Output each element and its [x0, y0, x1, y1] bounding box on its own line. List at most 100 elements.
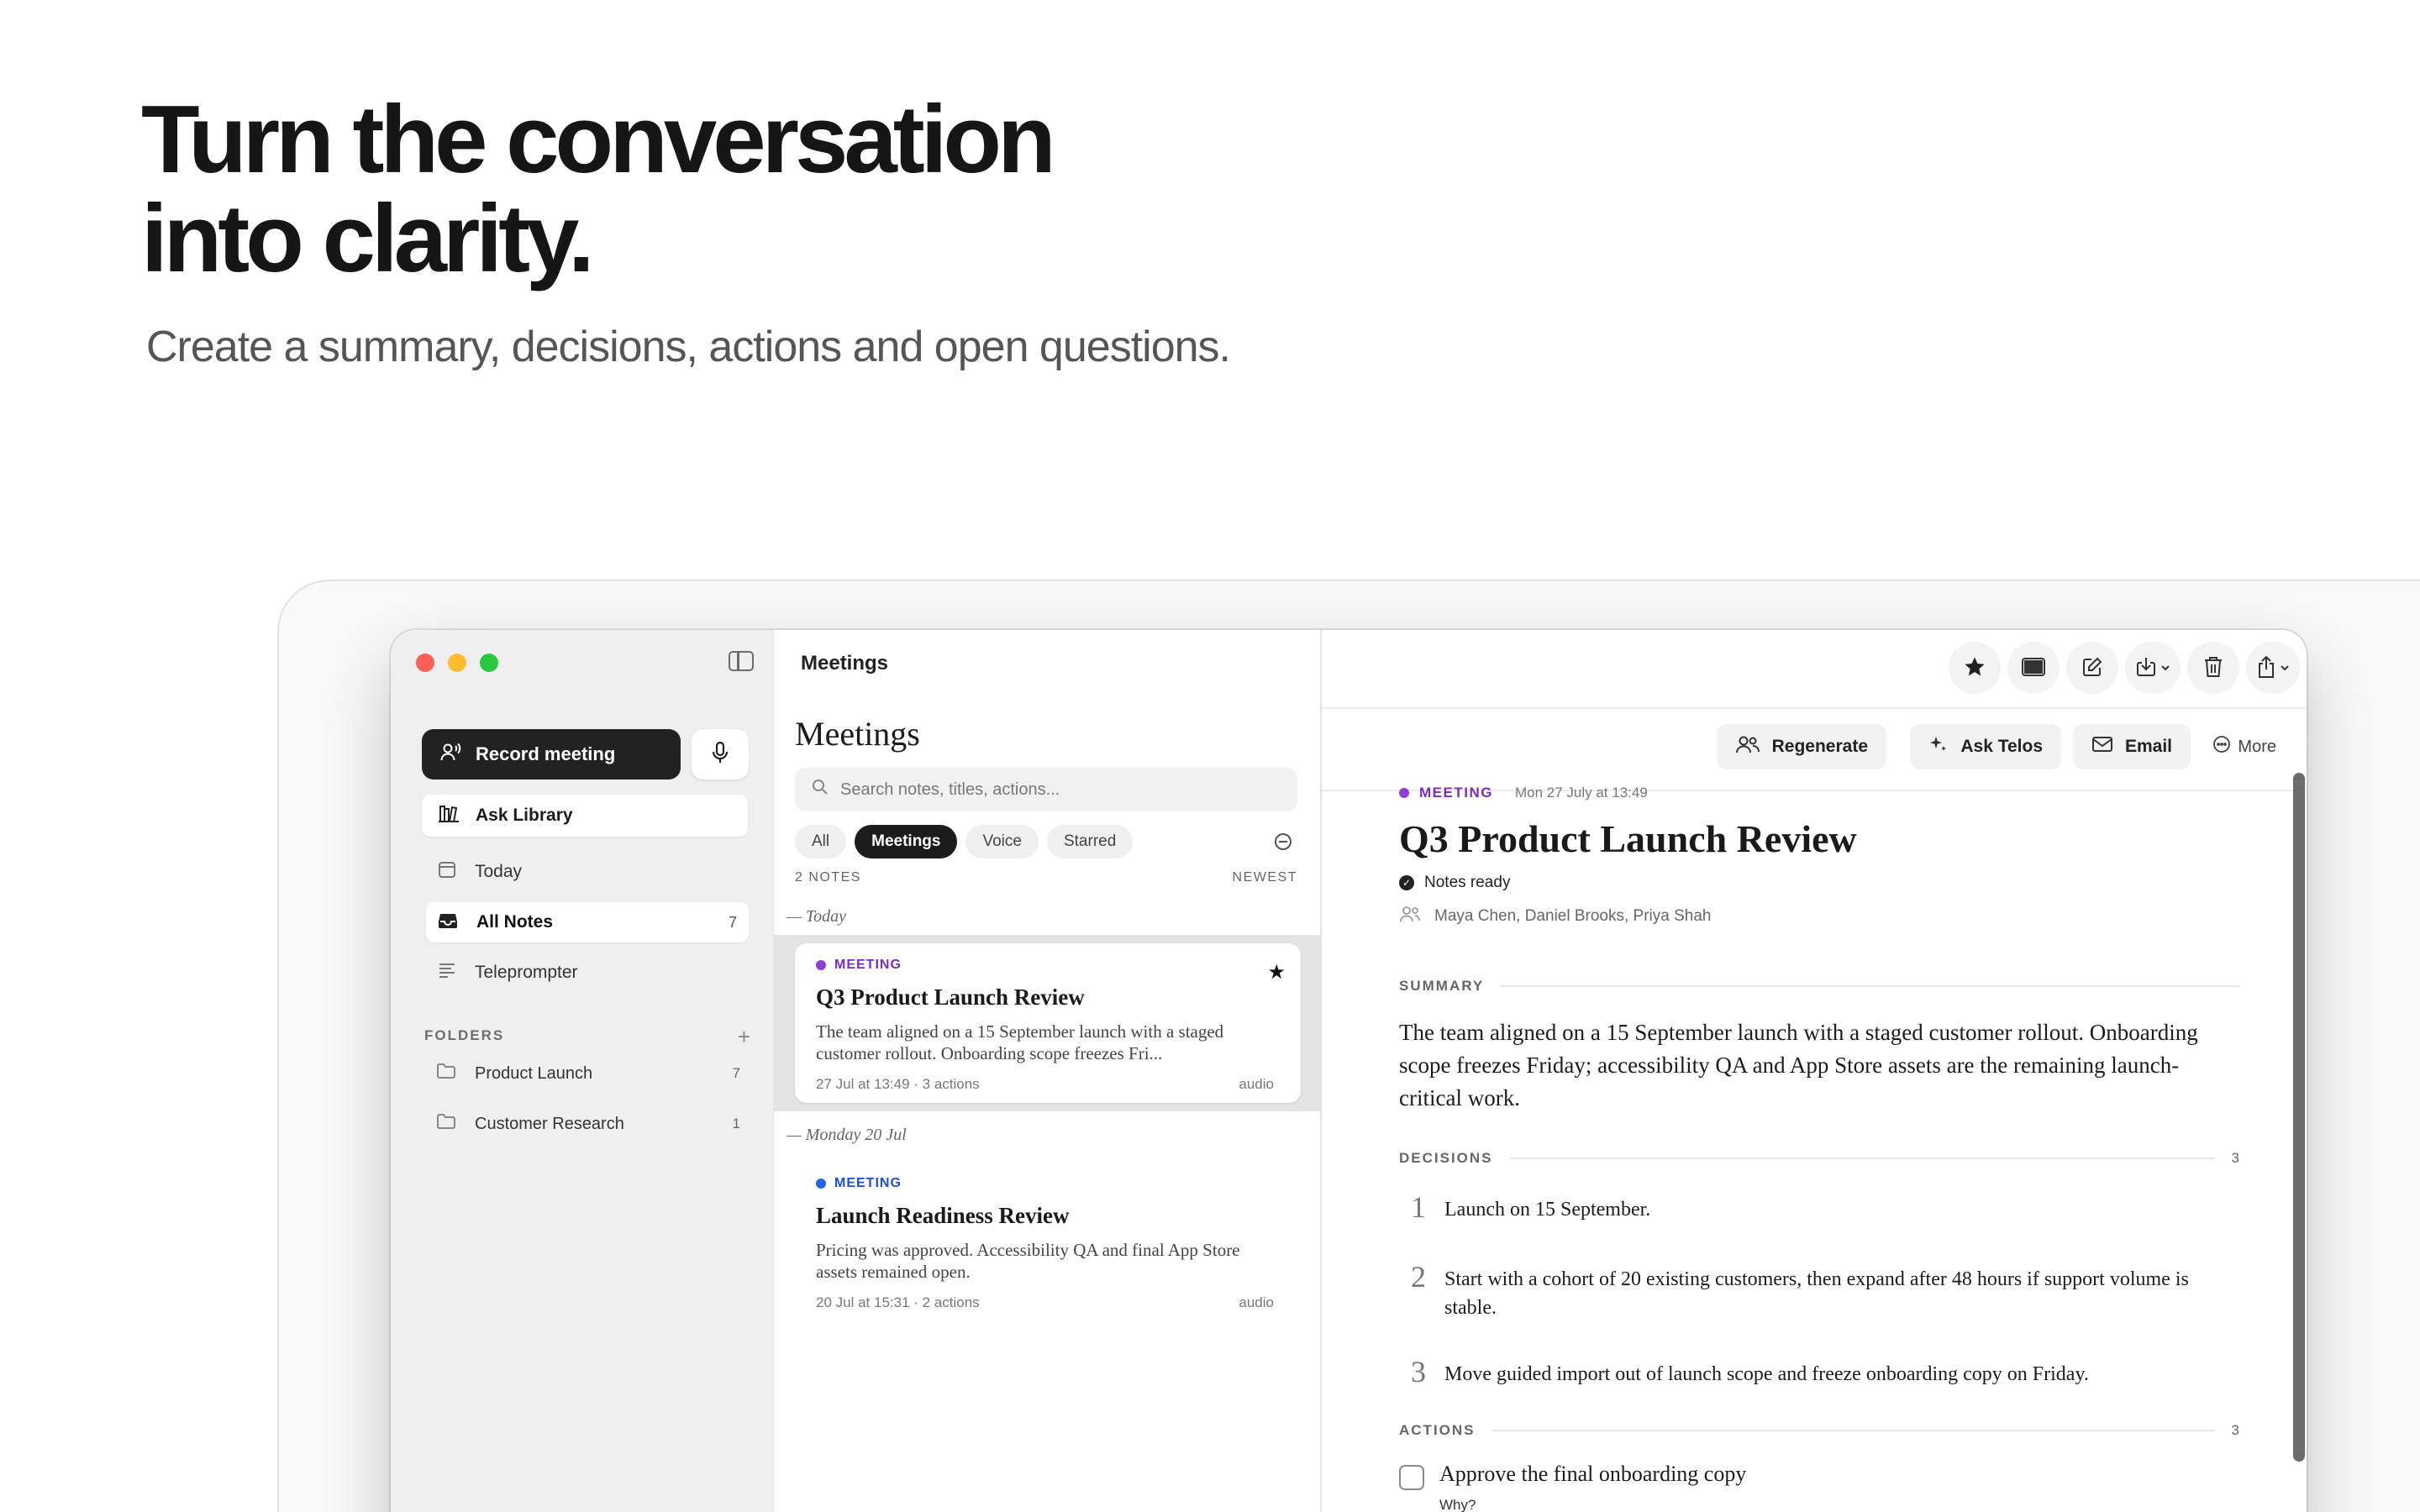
search-placeholder: Search notes, titles, actions... — [840, 780, 1060, 799]
record-meeting-label: Record meeting — [476, 743, 616, 764]
regenerate-button[interactable]: Regenerate — [1716, 724, 1886, 769]
detail-scrollbar[interactable] — [2293, 773, 2305, 1512]
summary-heading: SUMMARY — [1399, 976, 2239, 996]
ask-library-button[interactable]: Ask Library — [422, 795, 748, 837]
note-meta: 20 Jul at 15:31 · 2 actions audio — [816, 1294, 1274, 1311]
minimize-window-button[interactable] — [448, 654, 466, 672]
books-icon — [437, 803, 460, 828]
present-button[interactable] — [2007, 642, 2060, 694]
folder-icon — [436, 1063, 456, 1084]
decision-item: 1 Launch on 15 September. — [1399, 1192, 2239, 1224]
add-folder-button[interactable]: + — [738, 1024, 750, 1050]
actions-heading-label: ACTIONS — [1399, 1422, 1476, 1438]
share-menu-button[interactable] — [2246, 642, 2300, 694]
zoom-window-button[interactable] — [480, 654, 498, 672]
ask-telos-label: Ask Telos — [1960, 737, 2043, 756]
envelope-icon — [2091, 736, 2113, 758]
ask-library-label: Ask Library — [476, 806, 573, 825]
calendar-icon — [438, 860, 456, 884]
filter-chip-meetings[interactable]: Meetings — [855, 825, 958, 858]
action-checkbox[interactable] — [1399, 1465, 1424, 1490]
note-type-label: MEETING — [834, 958, 902, 972]
list-item[interactable]: MEETING Q3 Product Launch Review The tea… — [816, 958, 1295, 1093]
folder-label: Product Launch — [475, 1063, 593, 1083]
note-snippet: Pricing was approved. Accessibility QA a… — [816, 1240, 1240, 1282]
sidebar-item-label: Teleprompter — [475, 963, 578, 982]
note-type-tag: MEETING Mon 27 July at 13:49 — [1399, 785, 1648, 801]
decisions-count: 3 — [2231, 1150, 2239, 1166]
compose-button[interactable] — [2066, 642, 2118, 694]
participants-label: Maya Chen, Daniel Brooks, Priya Shah — [1434, 907, 1712, 925]
note-type-dot — [816, 1179, 826, 1189]
sidebar-item-label: Today — [475, 862, 523, 881]
action-why-link[interactable]: Why? — [1439, 1497, 1746, 1512]
ask-telos-button[interactable]: Ask Telos — [1910, 724, 2061, 769]
list-item[interactable]: MEETING Launch Readiness Review Pricing … — [816, 1176, 1295, 1311]
note-type-label: MEETING — [834, 1176, 902, 1190]
record-meeting-button[interactable]: Record meeting — [422, 729, 681, 780]
note-title: Q3 Product Launch Review — [816, 984, 1085, 1010]
decision-item: 3 Move guided import out of launch scope… — [1399, 1357, 2239, 1389]
favorite-button[interactable] — [1949, 642, 2001, 694]
close-window-button[interactable] — [416, 654, 434, 672]
filter-chips: All Meetings Voice Starred — [795, 825, 1134, 858]
note-meta-info: 27 Jul at 13:49 · 3 actions — [816, 1076, 980, 1092]
people-icon — [1735, 735, 1760, 759]
actions-count: 3 — [2231, 1422, 2239, 1438]
divider — [1501, 985, 2239, 987]
filter-chip-all[interactable]: All — [795, 825, 847, 858]
filter-chip-starred[interactable]: Starred — [1046, 825, 1134, 858]
sidebar-item-today[interactable]: Today — [426, 852, 749, 892]
note-meta: 27 Jul at 13:49 · 3 actions audio — [816, 1076, 1274, 1093]
note-type-label: MEETING — [1419, 785, 1493, 801]
ellipsis-circle-icon — [2212, 735, 2231, 759]
note-date: Mon 27 July at 13:49 — [1514, 785, 1648, 801]
email-button[interactable]: Email — [2072, 724, 2191, 769]
note-title: Q3 Product Launch Review — [1399, 817, 1857, 860]
folder-count: 1 — [732, 1116, 740, 1131]
decision-text: Move guided import out of launch scope a… — [1444, 1363, 2089, 1385]
folders-heading-label: FOLDERS — [424, 1027, 505, 1043]
sort-order-button[interactable]: NEWEST — [1233, 870, 1297, 885]
share-icon — [2256, 655, 2276, 681]
actions-heading: ACTIONS 3 — [1399, 1420, 2239, 1441]
note-detail-pane: Regenerate Ask Telos Email More MEETING — [1322, 630, 2307, 1512]
decision-number: 1 — [1411, 1190, 1426, 1224]
person-wave-icon — [440, 742, 462, 767]
filter-chip-voice[interactable]: Voice — [965, 825, 1039, 858]
star-icon — [1963, 655, 1986, 681]
folder-label: Customer Research — [475, 1114, 624, 1133]
delete-button[interactable] — [2187, 642, 2239, 694]
hero-subtitle: Create a summary, decisions, actions and… — [146, 323, 1231, 371]
folder-item-product-launch[interactable]: Product Launch 7 — [424, 1055, 750, 1092]
participants: Maya Chen, Daniel Brooks, Priya Shah — [1399, 906, 1712, 927]
window-toolbar-title: Meetings — [801, 652, 889, 675]
sidebar: Record meeting Ask Library Today All Not… — [391, 630, 773, 1512]
decision-number: 3 — [1411, 1355, 1426, 1389]
sidebar-item-teleprompter[interactable]: Teleprompter — [426, 953, 749, 993]
note-snippet: The team aligned on a 15 September launc… — [816, 1021, 1224, 1063]
day-group-label: — Monday 20 Jul — [786, 1126, 907, 1144]
more-button[interactable]: More — [2212, 724, 2276, 769]
app-window: Record meeting Ask Library Today All Not… — [391, 630, 2307, 1512]
window-toolbar — [1949, 642, 2300, 694]
checkmark-circle-icon: ✓ — [1399, 875, 1414, 890]
list-heading: Meetings — [795, 715, 920, 753]
sidebar-item-all-notes[interactable]: All Notes 7 — [426, 902, 749, 942]
note-type-dot — [1399, 788, 1409, 798]
decisions-heading: DECISIONS 3 — [1399, 1148, 2239, 1168]
folder-count: 7 — [732, 1065, 740, 1081]
trash-icon — [2203, 655, 2223, 681]
scrollbar-thumb[interactable] — [2293, 773, 2305, 1462]
summary-text: The team aligned on a 15 September launc… — [1399, 1020, 2198, 1110]
filter-options-icon[interactable] — [1275, 833, 1292, 850]
decisions-heading-label: DECISIONS — [1399, 1150, 1493, 1166]
notes-count-row: 2 NOTES NEWEST — [795, 870, 1297, 885]
text-lines-icon — [438, 962, 456, 984]
search-input[interactable]: Search notes, titles, actions... — [795, 768, 1297, 811]
export-menu-button[interactable] — [2125, 642, 2181, 694]
sidebar-toggle-icon[interactable] — [729, 651, 754, 671]
dictate-button[interactable] — [692, 729, 749, 780]
action-item: Approve the final onboarding copy Why? — [1399, 1462, 1746, 1512]
folder-item-customer-research[interactable]: Customer Research 1 — [424, 1105, 750, 1142]
